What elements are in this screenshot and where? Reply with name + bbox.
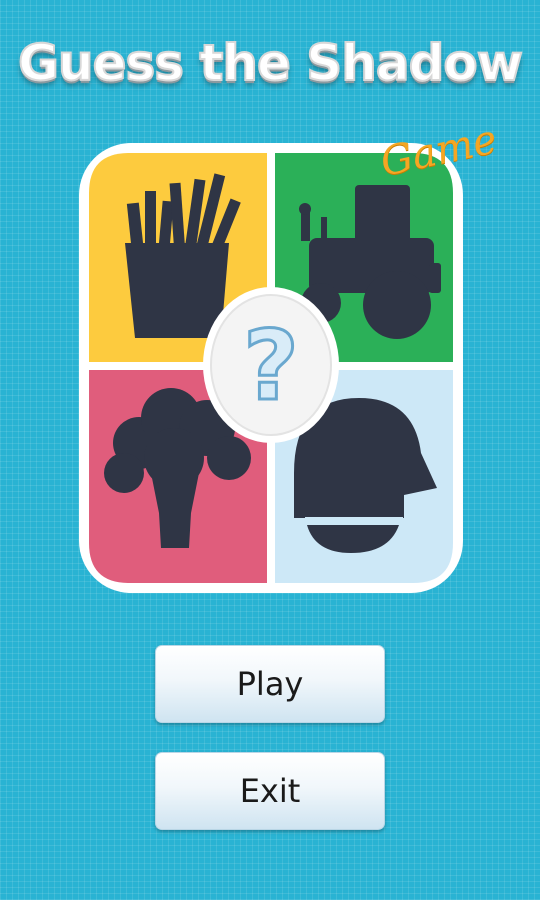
question-mark: ?	[242, 310, 301, 423]
game-logo: ?	[79, 143, 463, 593]
exit-button[interactable]: Exit	[155, 752, 385, 830]
game-title: Guess the Shadow	[17, 33, 524, 93]
play-button[interactable]: Play	[155, 645, 385, 723]
